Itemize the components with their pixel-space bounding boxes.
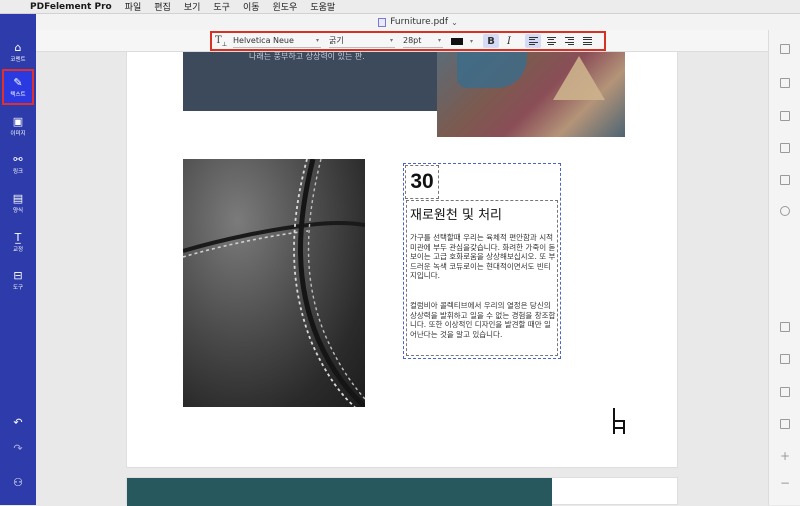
account-icon[interactable]: ⚇ <box>0 476 36 489</box>
redo-icon[interactable]: ↷ <box>0 442 36 455</box>
teal-color-block <box>127 478 552 506</box>
format-toolbar: T⊥ Helvetica Neue ▾ 굵기 ▾ 28pt ▾ ▾ B I <box>36 30 768 52</box>
align-justify-icon <box>582 37 592 45</box>
header-text[interactable]: 나래는 풍부하고 상상력이 있는 판. <box>249 52 399 62</box>
dropdown-arrow-icon: ▾ <box>469 37 473 45</box>
sidebar-item-tools[interactable]: ⊟ 도구 <box>2 262 34 298</box>
link-icon: ⚯ <box>13 152 23 166</box>
replace-page-icon[interactable] <box>780 387 790 397</box>
align-left-icon <box>528 37 538 45</box>
sidebar-item-label: 코멘트 <box>10 56 26 63</box>
font-color-select[interactable]: ▾ <box>451 35 475 48</box>
title-bar: Furniture.pdf ⌄ <box>36 14 800 30</box>
align-center-button[interactable] <box>543 34 559 48</box>
sidebar-item-label: 텍스트 <box>10 91 26 98</box>
bold-button[interactable]: B <box>483 34 499 48</box>
document-title[interactable]: Furniture.pdf <box>390 17 448 27</box>
font-family-value: Helvetica Neue <box>233 36 294 45</box>
pdf-file-icon <box>378 17 387 27</box>
align-justify-button[interactable] <box>579 34 595 48</box>
form-icon: ▤ <box>12 191 24 205</box>
zoom-out-icon[interactable]: − <box>769 476 800 490</box>
document-page: 나래는 풍부하고 상상력이 있는 판. 30 재로원천 및 처리 가구를 선택할… <box>126 52 678 468</box>
pen-icon: ✎ <box>13 75 23 89</box>
dropdown-arrow-icon: ▾ <box>389 37 393 44</box>
rotate-page-icon[interactable] <box>780 419 790 429</box>
sidebar-item-label: 도구 <box>12 284 24 291</box>
list-icon[interactable] <box>780 143 790 153</box>
font-size-value: 28pt <box>403 36 422 45</box>
sidebar-item-link[interactable]: ⚯ 링크 <box>2 146 34 182</box>
search-icon[interactable] <box>780 206 790 216</box>
sidebar-item-image[interactable]: ▣ 이미지 <box>2 108 34 144</box>
chair-icon <box>613 408 625 434</box>
image-icon: ▣ <box>12 114 24 128</box>
chevron-down-icon[interactable]: ⌄ <box>451 18 458 27</box>
document-page-2 <box>126 477 678 506</box>
dropdown-arrow-icon: ▾ <box>437 37 441 44</box>
toolbox-icon: ⊟ <box>13 268 23 282</box>
menu-app-name[interactable]: PDFelement Pro <box>30 2 112 12</box>
font-size-select[interactable]: 28pt ▾ <box>403 35 443 48</box>
menu-file[interactable]: 파일 <box>125 0 142 13</box>
redact-icon: T̲ <box>14 230 22 244</box>
undo-icon[interactable]: ↶ <box>0 416 36 429</box>
menu-go[interactable]: 이동 <box>243 0 260 13</box>
sidebar-item-text[interactable]: ✎ 텍스트 <box>2 69 34 105</box>
craftsman-photo[interactable] <box>437 52 625 137</box>
menu-view[interactable]: 보기 <box>184 0 201 13</box>
extract-icon[interactable] <box>780 322 790 332</box>
dropdown-arrow-icon: ▾ <box>315 37 319 44</box>
paragraph-1[interactable]: 가구를 선택할때 우리는 육체적 편안함과 시적 미관에 부두 관심을갖습니다.… <box>410 233 557 281</box>
menu-bar: PDFelement Pro 파일 편집 보기 도구 이동 윈도우 도움말 <box>0 0 800 14</box>
align-left-button[interactable] <box>525 34 541 48</box>
leather-stitch-graphic <box>183 159 365 407</box>
menu-tools[interactable]: 도구 <box>213 0 230 13</box>
bookmark-icon[interactable] <box>780 111 790 121</box>
font-family-select[interactable]: Helvetica Neue ▾ <box>233 35 321 48</box>
right-panel: + − <box>768 30 800 505</box>
text-tool-icon[interactable]: T⊥ <box>215 35 233 48</box>
color-swatch <box>451 37 463 45</box>
left-sidebar: ⌂ 코멘트 ✎ 텍스트 ▣ 이미지 ⚯ 링크 ▤ 양식 T̲ 교정 ⊟ 도구 ↶… <box>0 14 36 505</box>
font-style-value: 굵기 <box>329 36 344 45</box>
sidebar-item-label: 이미지 <box>10 130 26 137</box>
menu-edit[interactable]: 편집 <box>154 0 171 13</box>
number-text-box[interactable]: 30 <box>405 165 439 199</box>
sidebar-item-redact[interactable]: T̲ 교정 <box>2 224 34 260</box>
body-text-box[interactable]: 재로원천 및 처리 가구를 선택할때 우리는 육체적 편안함과 시적 미관에 부… <box>406 200 558 356</box>
zoom-in-icon[interactable]: + <box>769 449 800 463</box>
align-right-button[interactable] <box>561 34 577 48</box>
grid-icon[interactable] <box>780 44 790 54</box>
photo-detail <box>457 52 527 88</box>
leather-photo[interactable] <box>183 159 365 407</box>
text-format-group: T⊥ Helvetica Neue ▾ 굵기 ▾ 28pt ▾ ▾ B I <box>210 31 606 51</box>
sidebar-item-label: 링크 <box>12 168 24 175</box>
sidebar-item-label: 양식 <box>12 207 24 214</box>
paragraph-2[interactable]: 컬럼비아 콜렉티브에서 우리의 열정은 당신의 상상력을 발휘하고 일을 수 없… <box>410 301 557 339</box>
sidebar-item-form[interactable]: ▤ 양식 <box>2 185 34 221</box>
sidebar-item-comment[interactable]: ⌂ 코멘트 <box>2 34 34 70</box>
italic-button[interactable]: I <box>501 34 517 48</box>
section-heading[interactable]: 재로원천 및 처리 <box>410 204 502 223</box>
text-frame[interactable]: 30 재로원천 및 처리 가구를 선택할때 우리는 육체적 편안함과 시적 미관… <box>403 163 561 359</box>
photo-detail <box>553 56 605 100</box>
layers-icon[interactable] <box>780 175 790 185</box>
header-color-block: 나래는 풍부하고 상상력이 있는 판. <box>183 52 437 111</box>
menu-window[interactable]: 윈도우 <box>273 0 298 13</box>
align-center-icon <box>546 37 556 45</box>
comment-icon: ⌂ <box>14 40 22 54</box>
sidebar-item-label: 교정 <box>12 246 24 253</box>
font-style-select[interactable]: 굵기 ▾ <box>329 35 395 48</box>
align-right-icon <box>564 37 574 45</box>
menu-help[interactable]: 도움말 <box>310 0 335 13</box>
page-icon[interactable] <box>780 78 790 88</box>
insert-page-icon[interactable] <box>780 354 790 364</box>
